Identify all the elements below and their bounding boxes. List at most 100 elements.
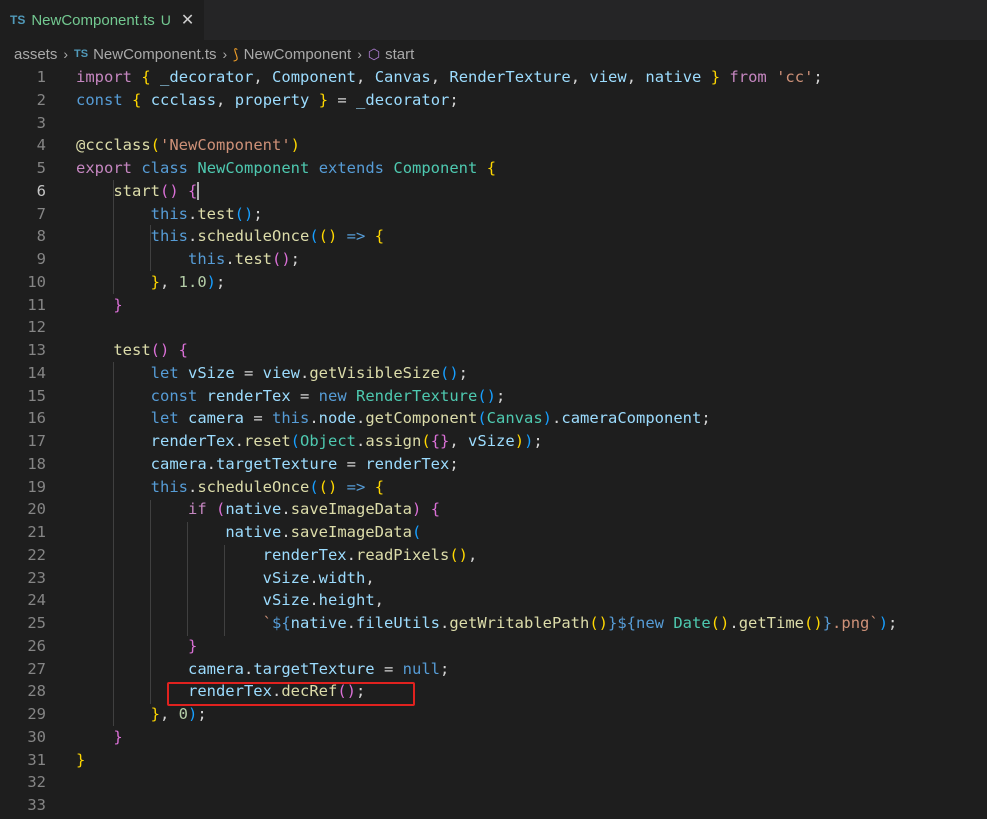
code-token: targetTexture bbox=[253, 659, 375, 678]
code-line[interactable]: 17 renderTex.reset(Object.assign({}, vSi… bbox=[0, 430, 987, 453]
code-token: , bbox=[449, 432, 469, 450]
code-token: } bbox=[113, 727, 123, 746]
code-line[interactable]: 26 } bbox=[0, 635, 987, 658]
code-token: ` bbox=[262, 614, 272, 632]
code-token: , bbox=[160, 705, 179, 723]
method-icon: ⬡ bbox=[367, 45, 381, 62]
code-line[interactable]: 5 export class NewComponent extends Compo… bbox=[0, 157, 987, 180]
code-token: ; bbox=[496, 386, 506, 405]
code-token: ( bbox=[309, 477, 319, 496]
breadcrumb-class[interactable]: ⟆ NewComponent bbox=[233, 46, 351, 63]
code-line[interactable]: 10 }, 1.0); bbox=[0, 271, 987, 294]
breadcrumb-folder[interactable]: assets bbox=[14, 46, 57, 63]
code-text: this.scheduleOnce(() => { bbox=[76, 476, 384, 499]
code-line[interactable]: 13 test() { bbox=[0, 339, 987, 362]
code-token: () bbox=[160, 181, 179, 200]
code-line[interactable]: 3 bbox=[0, 112, 987, 135]
line-number: 25 bbox=[27, 614, 46, 632]
line-number: 27 bbox=[27, 659, 46, 678]
code-token: ) bbox=[524, 432, 534, 450]
code-token: test bbox=[234, 250, 272, 268]
line-number: 14 bbox=[27, 363, 46, 382]
code-line[interactable]: 2 const { ccclass, property } = _decorato… bbox=[0, 89, 987, 112]
code-line[interactable]: 14 let vSize = view.getVisibleSize(); bbox=[0, 362, 987, 385]
code-token: () bbox=[589, 614, 608, 632]
code-token: () bbox=[804, 614, 823, 632]
code-line[interactable]: 9 this.test(); bbox=[0, 248, 987, 271]
code-line[interactable]: 19 this.scheduleOnce(() => { bbox=[0, 476, 987, 499]
line-number: 17 bbox=[27, 432, 46, 450]
code-line[interactable]: 11 } bbox=[0, 294, 987, 317]
code-token: @ccclass bbox=[76, 136, 151, 155]
code-line[interactable]: 33 bbox=[0, 794, 987, 817]
code-token: () bbox=[150, 341, 170, 359]
code-token: } bbox=[710, 68, 721, 86]
code-line[interactable]: 30 } bbox=[0, 726, 987, 749]
code-token: , bbox=[216, 90, 235, 109]
code-token: ${ bbox=[271, 614, 291, 632]
code-line[interactable]: 7 this.test(); bbox=[0, 203, 987, 226]
code-line[interactable]: 16 let camera = this.node.getComponent(C… bbox=[0, 407, 987, 430]
code-token: ( bbox=[290, 432, 301, 450]
code-token: renderTex bbox=[365, 454, 450, 473]
code-line[interactable]: 23 vSize.width, bbox=[0, 567, 987, 590]
code-line[interactable]: 32 bbox=[0, 771, 987, 794]
code-token: ; bbox=[197, 705, 207, 723]
tab-newcomponent[interactable]: TS NewComponent.ts U ✕ bbox=[0, 0, 205, 40]
code-line[interactable]: 21 native.saveImageData( bbox=[0, 521, 987, 544]
code-token: { bbox=[374, 477, 385, 496]
code-line[interactable]: 8 this.scheduleOnce(() => { bbox=[0, 225, 987, 248]
code-token: 0 bbox=[178, 705, 189, 723]
code-token: _decorator bbox=[356, 90, 450, 109]
code-token: vSize bbox=[262, 591, 310, 610]
code-text: this.scheduleOnce(() => { bbox=[76, 225, 384, 248]
code-line[interactable]: 15 const renderTex = new RenderTexture()… bbox=[0, 385, 987, 408]
code-editor[interactable]: 1 import { _decorator, Component, Canvas,… bbox=[0, 66, 987, 819]
code-token: , bbox=[253, 68, 273, 86]
code-line[interactable]: 31} bbox=[0, 749, 987, 772]
code-line[interactable]: 24 vSize.height, bbox=[0, 589, 987, 612]
code-line[interactable]: 29 }, 0); bbox=[0, 703, 987, 726]
code-token: decRef bbox=[281, 682, 338, 701]
code-line[interactable]: 18 camera.targetTexture = renderTex; bbox=[0, 453, 987, 476]
close-icon[interactable]: ✕ bbox=[181, 10, 194, 30]
breadcrumb-method[interactable]: ⬡ start bbox=[368, 46, 414, 63]
code-token: . bbox=[225, 250, 235, 268]
code-line[interactable]: 1 import { _decorator, Component, Canvas,… bbox=[0, 66, 987, 89]
line-number: 20 bbox=[27, 500, 46, 519]
code-line[interactable]: 20 if (native.saveImageData) { bbox=[0, 498, 987, 521]
code-token: width bbox=[318, 568, 366, 587]
code-token: ) bbox=[290, 136, 300, 155]
breadcrumb-file[interactable]: TS NewComponent.ts bbox=[74, 46, 216, 63]
code-line[interactable]: 27 camera.targetTexture = null; bbox=[0, 658, 987, 681]
code-token: RenderTexture bbox=[449, 68, 571, 86]
code-token: . bbox=[271, 682, 282, 701]
code-token: height bbox=[318, 591, 375, 610]
code-text: }, 0); bbox=[76, 703, 207, 726]
code-line[interactable]: 12 bbox=[0, 316, 987, 339]
line-number: 28 bbox=[27, 682, 46, 701]
code-line[interactable]: 4 @ccclass('NewComponent') bbox=[0, 134, 987, 157]
code-token: class bbox=[141, 159, 189, 177]
code-token: ; bbox=[290, 250, 300, 268]
code-text: native.saveImageData( bbox=[76, 521, 421, 544]
code-token: 1.0 bbox=[178, 272, 207, 291]
code-token: RenderTexture bbox=[356, 386, 478, 405]
code-token: ; bbox=[888, 614, 898, 632]
code-token: extends bbox=[318, 159, 385, 177]
code-line[interactable]: 6 start() { bbox=[0, 180, 987, 203]
code-text: renderTex.readPixels(), bbox=[76, 544, 478, 567]
code-line[interactable]: 25 `${native.fileUtils.getWritablePath()… bbox=[0, 612, 987, 635]
code-line[interactable]: 22 renderTex.readPixels(), bbox=[0, 544, 987, 567]
code-line[interactable]: 28 renderTex.decRef(); bbox=[0, 680, 987, 703]
